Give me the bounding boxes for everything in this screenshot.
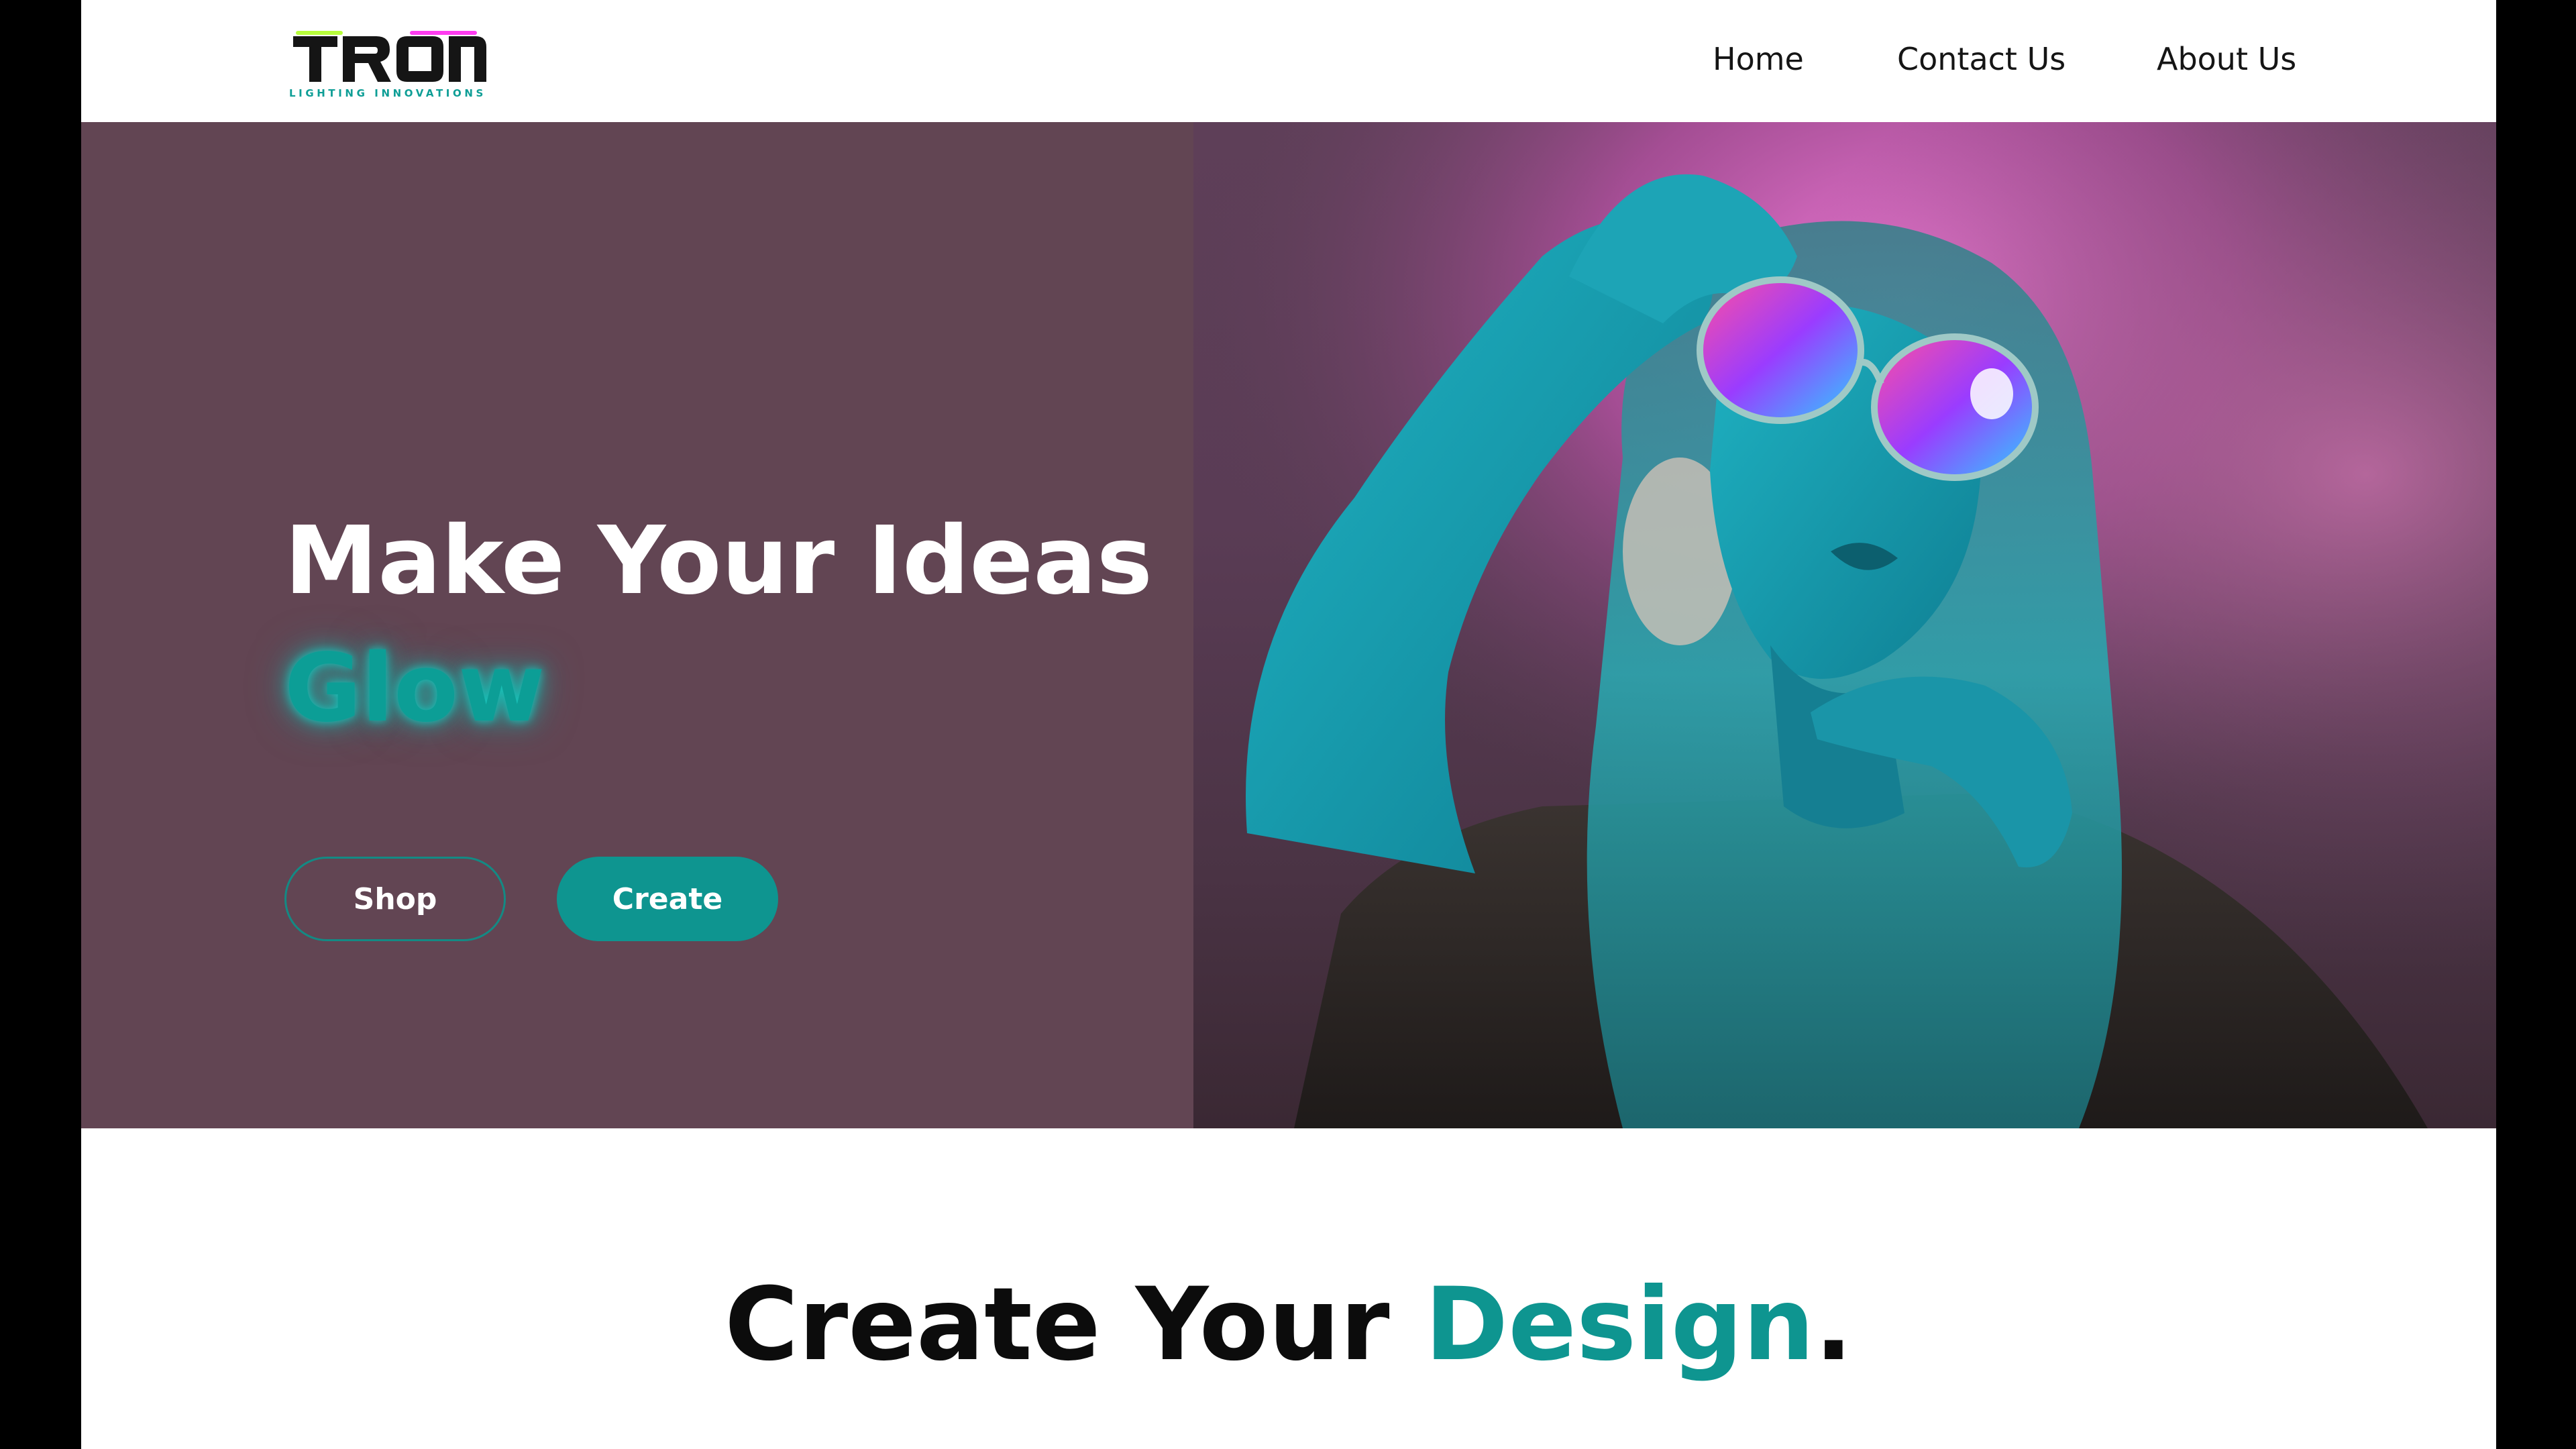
hero-glow-word: Glow	[284, 634, 545, 743]
design-title-suffix: .	[1814, 1267, 1853, 1383]
create-button[interactable]: Create	[557, 857, 778, 941]
design-title-highlight: Design	[1424, 1267, 1815, 1383]
nav-about-link[interactable]: About Us	[2157, 39, 2296, 79]
logo-neon-green-streak	[296, 31, 343, 35]
page-frame: LIGHTING INNOVATIONS Home Contact Us Abo…	[81, 0, 2496, 1449]
hero-section: Make Your Ideas Glow Shop Create	[81, 122, 2496, 1128]
logo-tagline: LIGHTING INNOVATIONS	[289, 87, 486, 99]
nav-home-link[interactable]: Home	[1713, 39, 1804, 79]
neon-portrait-illustration	[1193, 122, 2496, 1128]
design-section-title: Create Your Design.	[81, 1261, 2496, 1389]
design-title-prefix: Create Your	[724, 1267, 1425, 1383]
shop-button[interactable]: Shop	[284, 857, 506, 941]
site-header: LIGHTING INNOVATIONS Home Contact Us Abo…	[81, 0, 2496, 122]
nav-contact-link[interactable]: Contact Us	[1897, 39, 2065, 79]
main-nav: Home Contact Us About Us	[81, 39, 2496, 79]
hero-photo	[1193, 122, 2496, 1128]
logo-neon-pink-streak	[410, 31, 477, 35]
hero-title: Make Your Ideas	[284, 506, 1153, 616]
